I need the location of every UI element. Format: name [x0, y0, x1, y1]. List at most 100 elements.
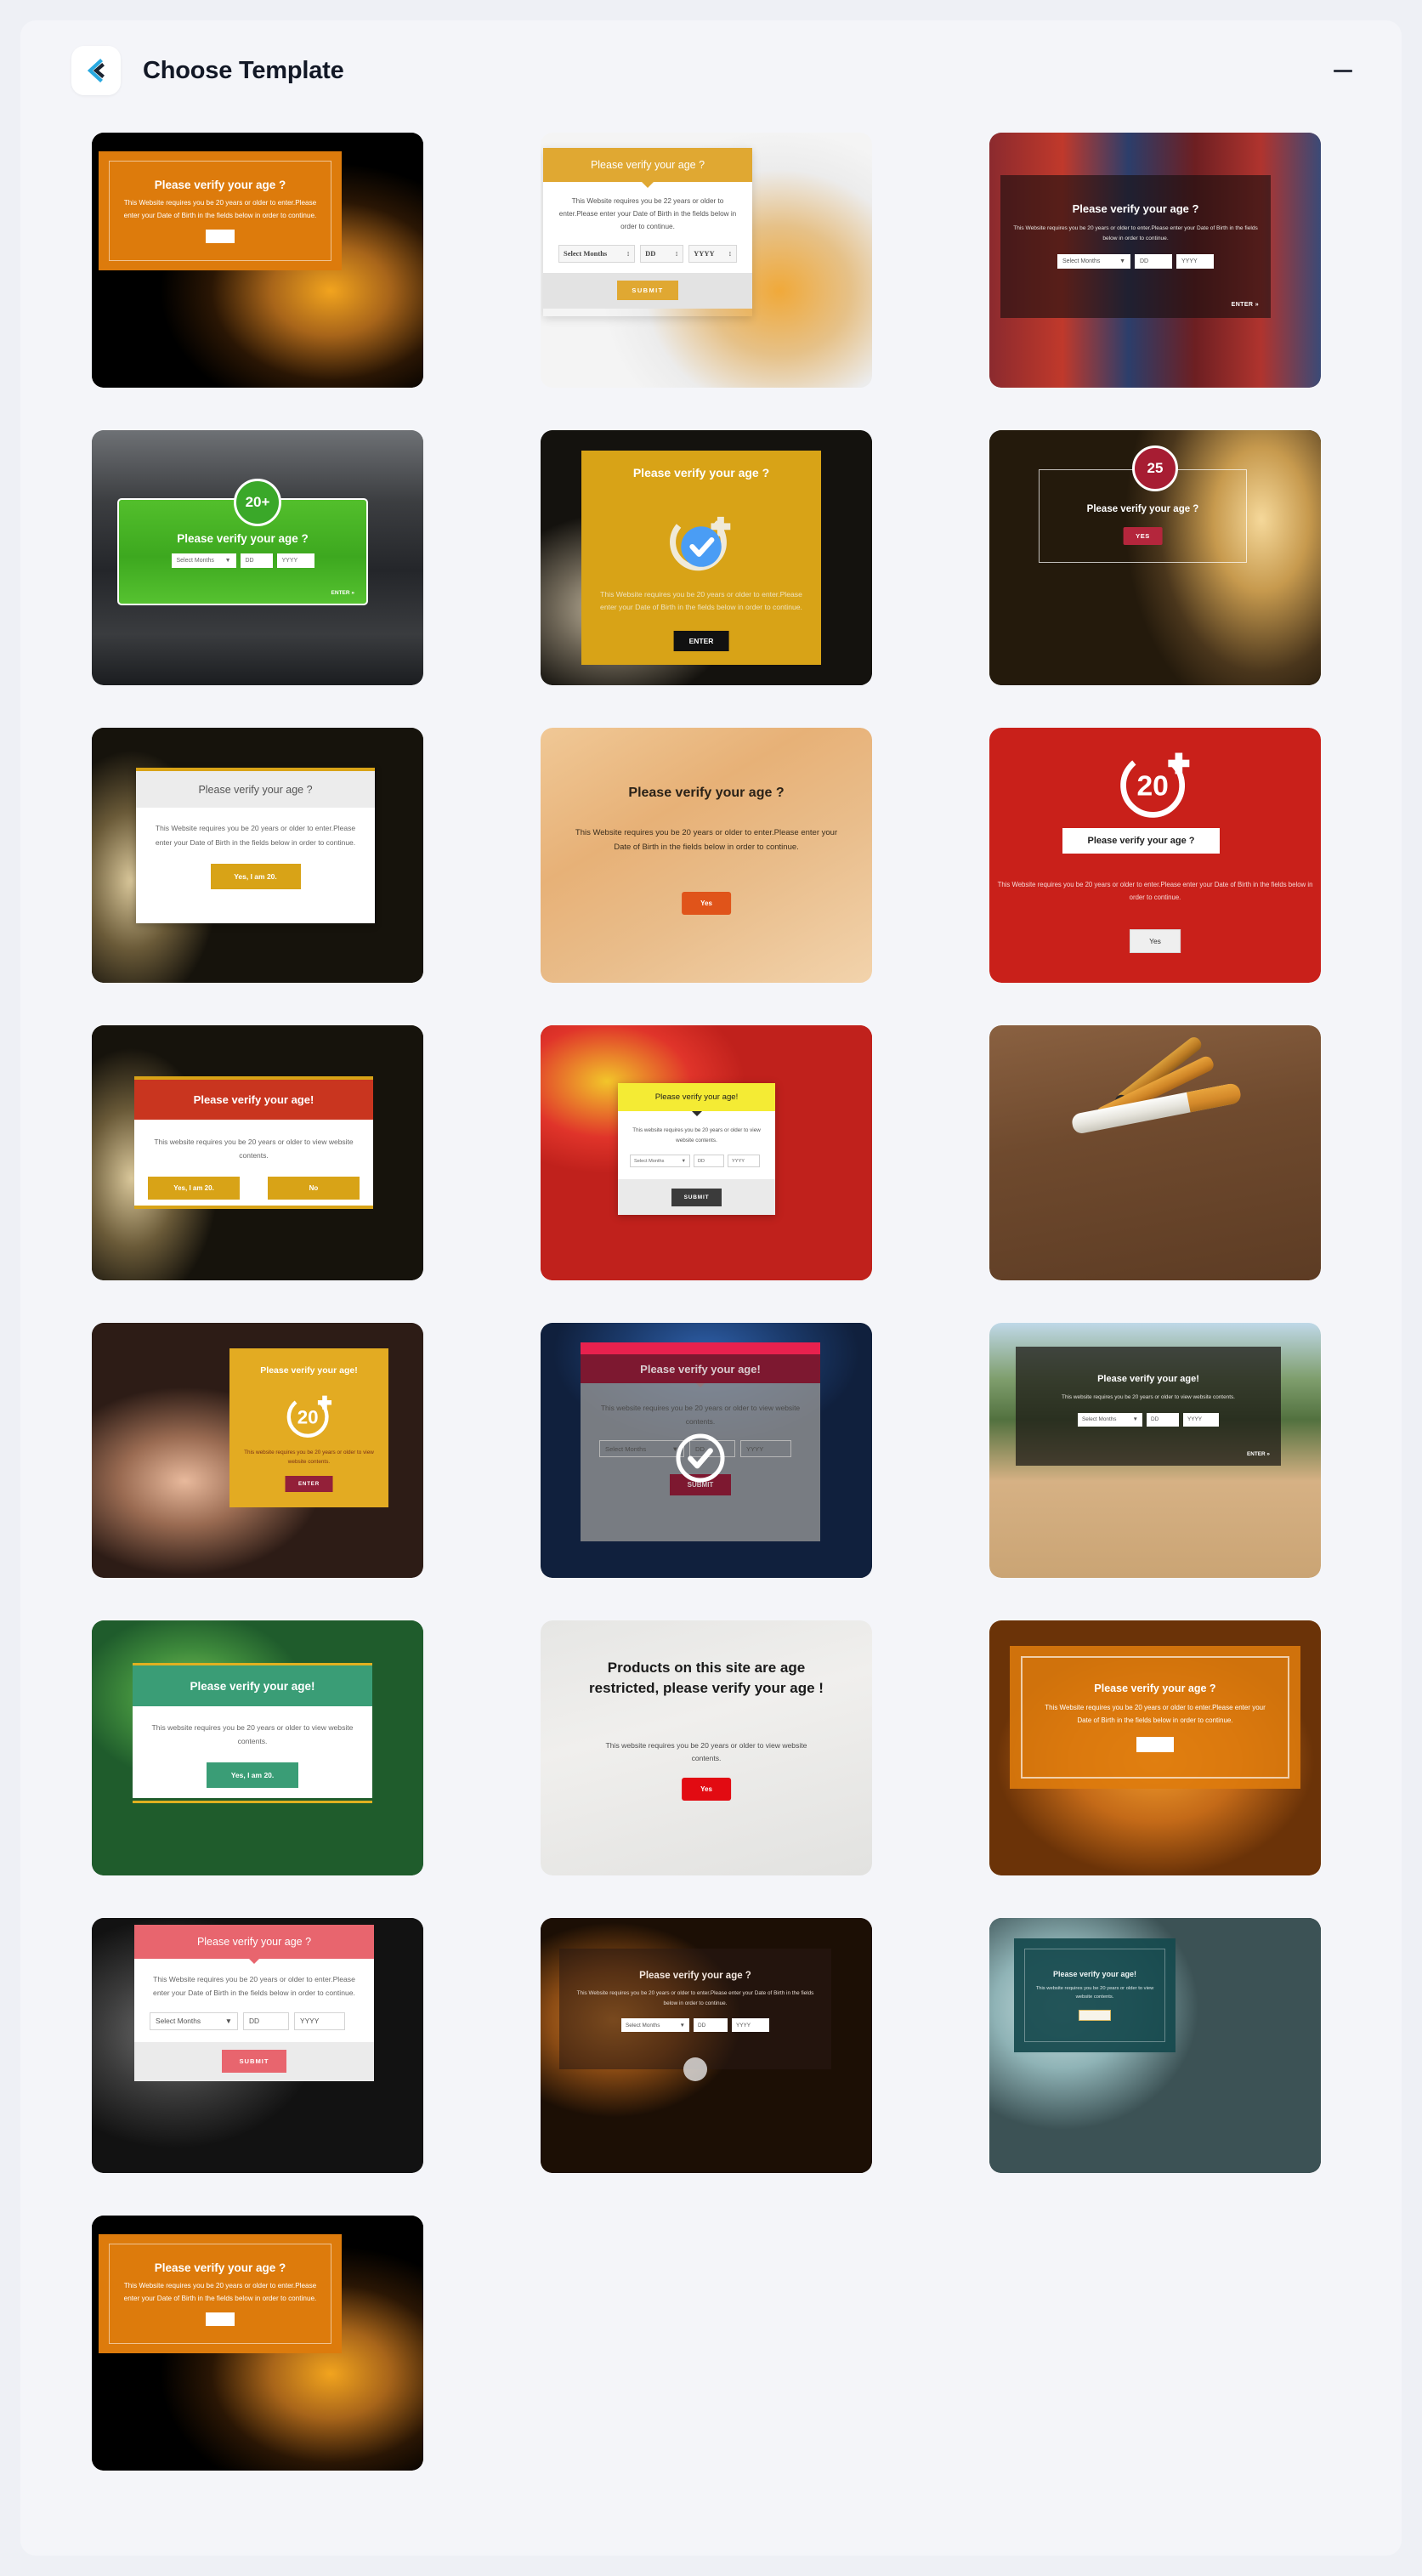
minimize-bar [1334, 69, 1352, 72]
age-gate-title: Please verify your age ? [632, 466, 770, 479]
submit-button[interactable]: SUBMIT [222, 2050, 286, 2074]
day-input[interactable]: DD [694, 1155, 724, 1168]
age-gate-body: This website requires you be 20 years or… [632, 1127, 761, 1143]
panel-header: Please verify your age ? [543, 148, 752, 188]
age-badge: 20+ [234, 479, 281, 526]
year-input[interactable]: YYYY [294, 2011, 345, 2030]
month-select[interactable]: Select Months ▼ [1078, 1412, 1142, 1427]
month-select[interactable]: Select Months ▼ [621, 2018, 689, 2033]
enter-button[interactable]: ENTER » [1232, 302, 1259, 308]
age-gate-title: Please verify your age ? [628, 786, 785, 800]
submit-button[interactable]: SUBMIT [671, 1188, 722, 1206]
template-card-green-field-card[interactable]: Please verify your age! This website req… [92, 1620, 423, 1875]
age-gate-title: Please verify your age ? [198, 783, 313, 796]
age-ring-icon: 20 [286, 1395, 331, 1438]
spinner-icon: ↕ [674, 249, 679, 258]
yes-button[interactable]: Yes [682, 892, 731, 915]
enter-button[interactable]: ENTER » [1247, 1451, 1270, 1457]
age-gate-title: Please verify your age ? [1086, 504, 1199, 514]
template-card-bottle-gold-check[interactable]: Please verify your age ? This Website re… [541, 430, 872, 685]
age-badge: 25 [1132, 445, 1178, 491]
template-card-pour-wood-plain[interactable]: Please verify your age ? This Website re… [541, 728, 872, 983]
age-gate-body: This Website requires you be 20 years or… [600, 590, 802, 611]
month-select-label: Select Months [605, 1444, 647, 1453]
year-input[interactable]: YYYY [732, 2018, 769, 2033]
age-gate-body: This Website requires you be 20 years or… [123, 2282, 317, 2302]
year-input[interactable]: YYYY [740, 1440, 791, 1458]
minimize-icon[interactable] [1329, 56, 1357, 85]
template-thumbnail: 20 Please verify your age ? This Website… [989, 728, 1321, 983]
year-input[interactable]: YYYY [276, 553, 314, 568]
yes-button[interactable]: Yes [1130, 929, 1181, 953]
template-card-smoke-pink-modal[interactable]: Please verify your age ? This Website re… [92, 1918, 423, 2173]
month-select[interactable]: Select Months ▼ [599, 1440, 684, 1458]
template-card-bar-neon-dark-overlay[interactable]: Please verify your age ? This Website re… [989, 133, 1321, 388]
yes-button[interactable]: YES [1123, 527, 1163, 545]
confirm-age-button[interactable]: Yes, I am 20. [210, 864, 301, 890]
template-card-pills-age-restricted[interactable]: Products on this site are age restricted… [541, 1620, 872, 1875]
steering-wheel-icon [683, 2057, 707, 2081]
no-button[interactable]: No [268, 1177, 360, 1200]
year-input[interactable]: YYYY [1176, 254, 1214, 270]
age-gate-button[interactable] [1079, 2010, 1111, 2022]
template-card-bar-warm-overlay[interactable]: Please verify your age ? This Website re… [541, 1918, 872, 2173]
day-input-label: DD [249, 2017, 260, 2026]
age-gate-title: Please verify your age! [654, 1092, 739, 1102]
template-card-cigarette-photo-only[interactable] [989, 1025, 1321, 1280]
template-thumbnail: Please verify your age! 20 This website … [92, 1323, 423, 1578]
dob-fields: Select Months ▼ DD YYYY [1016, 1412, 1281, 1427]
enter-button[interactable]: ENTER [285, 1476, 333, 1492]
year-input[interactable]: YYYY [728, 1155, 760, 1168]
age-gate-panel: Please verify your age ? This Website re… [134, 1925, 374, 2121]
panel-inner-border: Please verify your age ? This Website re… [109, 2244, 331, 2344]
day-input[interactable]: DD ↕ [640, 244, 684, 263]
template-card-candy-yellow-modal[interactable]: Please verify your age! This website req… [541, 1025, 872, 1280]
enter-button[interactable]: ENTER [673, 631, 729, 651]
template-card-restaurant-25-badge[interactable]: 25 Please verify your age ? YES [989, 430, 1321, 685]
template-thumbnail: 25 Please verify your age ? YES [989, 430, 1321, 685]
day-input[interactable]: DD [1135, 254, 1172, 270]
age-gate-body: This website requires you be 20 years or… [1035, 1985, 1154, 2000]
template-card-casino-gold-20plus[interactable]: Please verify your age! 20 This website … [92, 1323, 423, 1578]
month-select[interactable]: Select Months ▼ [1057, 254, 1130, 270]
yes-button[interactable]: Yes, I am 20. [148, 1177, 240, 1200]
choose-template-modal: Choose Template Please verify your age ?… [20, 20, 1402, 2556]
brand-logo [71, 46, 121, 95]
template-card-car-crimson-check[interactable]: Please verify your age! This website req… [541, 1323, 872, 1578]
month-select[interactable]: Select Months ▼ [150, 2011, 238, 2030]
template-card-bottles-light-card[interactable]: Please verify your age ? This Website re… [92, 728, 423, 983]
age-gate-button[interactable] [206, 2312, 235, 2326]
age-gate-button[interactable] [206, 229, 235, 243]
day-input[interactable]: DD [694, 2018, 728, 2033]
year-input[interactable]: YYYY [1183, 1412, 1219, 1427]
day-input[interactable]: DD [1147, 1412, 1179, 1427]
yes-button[interactable]: Yes [682, 1778, 731, 1801]
year-input-label: YYYY [694, 249, 715, 258]
template-thumbnail: Please verify your age ? This Website re… [541, 133, 872, 388]
month-select[interactable]: Select Months ↕ [558, 244, 636, 263]
template-card-beer-orange-panel[interactable]: Please verify your age ? This Website re… [92, 133, 423, 388]
month-select-label: Select Months [1082, 1416, 1117, 1423]
template-card-beer-orange-panel-2[interactable]: Please verify your age ? This Website re… [92, 2216, 423, 2471]
month-select[interactable]: Select Months ▼ [630, 1155, 690, 1168]
confirm-age-button[interactable]: Yes, I am 20. [207, 1762, 298, 1788]
action-buttons: Yes, I am 20. No [148, 1177, 360, 1200]
age-gate-body: This Website requires you be 20 years or… [575, 828, 838, 852]
template-card-car-road-dark-bar[interactable]: Please verify your age! This website req… [989, 1323, 1321, 1578]
month-select[interactable]: Select Months ▼ [171, 553, 236, 568]
template-card-whisky-gold-modal[interactable]: Please verify your age ? This Website re… [541, 133, 872, 388]
day-input[interactable]: DD [243, 2011, 289, 2030]
enter-button[interactable]: ENTER » [331, 590, 354, 596]
year-input[interactable]: YYYY ↕ [688, 244, 737, 263]
year-input-label: YYYY [300, 2017, 320, 2026]
template-card-food-orange-panel[interactable]: Please verify your age ? This Website re… [989, 1620, 1321, 1875]
age-gate-button[interactable] [1136, 1736, 1174, 1752]
template-card-bottles-red-header[interactable]: Please verify your age! This website req… [92, 1025, 423, 1280]
age-gate-body: This Website requires you be 20 years or… [155, 824, 356, 847]
day-input[interactable]: DD [240, 553, 273, 568]
submit-button[interactable]: SUBMIT [617, 281, 678, 301]
template-card-barrel-green-badge[interactable]: 20+ Please verify your age ? Select Mont… [92, 430, 423, 685]
template-card-red-solid-20plus[interactable]: 20 Please verify your age ? This Website… [989, 728, 1321, 983]
template-card-smoke-teal-panel[interactable]: Please verify your age! This website req… [989, 1918, 1321, 2173]
template-thumbnail: Please verify your age ? This Website re… [92, 1918, 423, 2173]
